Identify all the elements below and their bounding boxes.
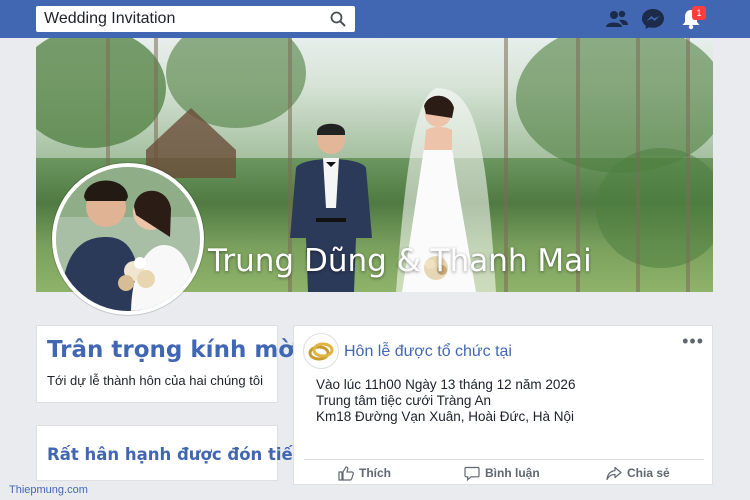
post-avatar[interactable] xyxy=(303,333,339,369)
wedding-rings-icon xyxy=(308,342,334,361)
search-box[interactable] xyxy=(36,6,355,32)
share-label: Chia sẻ xyxy=(627,466,670,480)
event-venue: Trung tâm tiệc cưới Tràng An xyxy=(316,393,491,408)
comment-button[interactable]: Bình luận xyxy=(464,463,540,483)
event-address: Km18 Đường Vạn Xuân, Hoài Đức, Hà Nội xyxy=(316,409,575,424)
tree-foliage xyxy=(596,148,713,268)
invitation-heading: Trân trọng kính mời xyxy=(47,337,302,363)
invitation-card: Trân trọng kính mời Tới dự lễ thành hôn … xyxy=(36,325,302,403)
like-button[interactable]: Thích xyxy=(338,463,391,483)
search-icon[interactable] xyxy=(329,10,347,28)
invitation-subtitle: Tới dự lễ thành hôn của hai chúng tôi xyxy=(47,373,263,388)
notification-count-badge: 1 xyxy=(692,6,706,20)
post-divider xyxy=(304,459,704,460)
search-input[interactable] xyxy=(36,6,326,32)
tree-trunk xyxy=(686,38,690,292)
profile-avatar[interactable] xyxy=(52,163,204,315)
welcome-heading: Rất hân hạnh được đón tiếp xyxy=(47,445,305,464)
event-post: Hôn lễ được tổ chức tại ••• Vào lúc 11h0… xyxy=(293,325,713,485)
avatar-couple-photo xyxy=(56,167,200,311)
cover-couple-name: Trung Dũng & Thanh Mai xyxy=(208,243,592,279)
post-title[interactable]: Hôn lễ được tổ chức tại xyxy=(344,343,512,361)
share-button[interactable]: Chia sẻ xyxy=(606,463,670,483)
messenger-icon[interactable] xyxy=(641,8,665,30)
share-icon xyxy=(606,466,622,480)
comment-icon xyxy=(464,466,480,481)
comment-label: Bình luận xyxy=(485,466,540,480)
like-label: Thích xyxy=(359,466,391,480)
thumbs-up-icon xyxy=(338,465,354,481)
watermark-brand: Thiepmung.com xyxy=(9,484,88,496)
welcome-card: Rất hân hạnh được đón tiếp xyxy=(36,425,305,481)
top-navigation-bar: 1 xyxy=(0,0,750,38)
friends-icon[interactable] xyxy=(605,8,629,30)
event-time: Vào lúc 11h00 Ngày 13 tháng 12 năm 2026 xyxy=(316,377,576,392)
more-options-icon[interactable]: ••• xyxy=(682,331,704,352)
tree-trunk xyxy=(636,38,640,292)
